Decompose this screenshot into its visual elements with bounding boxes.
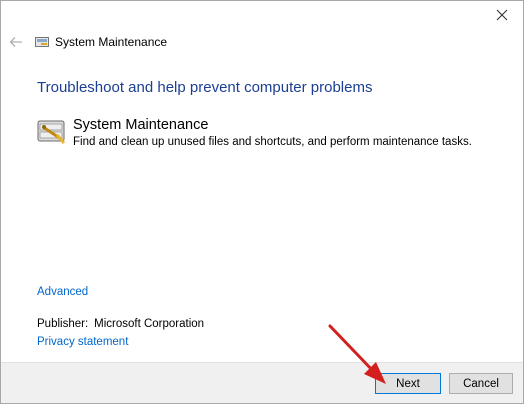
- cancel-button[interactable]: Cancel: [449, 373, 513, 394]
- next-button[interactable]: Next: [375, 373, 441, 394]
- close-icon: [496, 9, 508, 21]
- footer-bar: [1, 362, 523, 403]
- privacy-statement-link[interactable]: Privacy statement: [37, 336, 128, 348]
- dialog-window: System Maintenance Troubleshoot and help…: [0, 0, 524, 404]
- troubleshooter-item: System Maintenance Find and clean up unu…: [37, 117, 472, 148]
- close-button[interactable]: [491, 5, 513, 25]
- window-title: System Maintenance: [55, 35, 168, 49]
- page-heading: Troubleshoot and help prevent computer p…: [37, 79, 373, 96]
- maintenance-icon: [37, 120, 66, 144]
- publisher-value: Microsoft Corporation: [94, 318, 205, 330]
- back-arrow-icon: [9, 37, 22, 47]
- troubleshooter-icon: [35, 37, 49, 47]
- publisher-label: Publisher:: [37, 318, 89, 330]
- item-title: System Maintenance: [73, 117, 209, 133]
- advanced-link[interactable]: Advanced: [37, 286, 88, 298]
- item-description: Find and clean up unused files and short…: [73, 136, 472, 148]
- back-button[interactable]: [7, 33, 25, 51]
- title-bar: System Maintenance: [7, 31, 513, 53]
- publisher-info: Publisher: Microsoft Corporation: [37, 318, 204, 330]
- item-text: System Maintenance Find and clean up unu…: [73, 117, 472, 148]
